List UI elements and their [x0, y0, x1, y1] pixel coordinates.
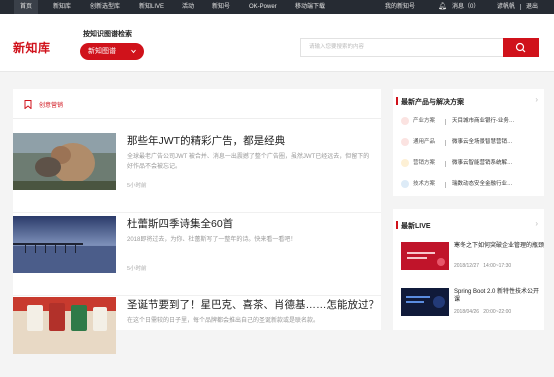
article-thumbnail[interactable] [13, 216, 116, 273]
nav-account-hub[interactable]: 新知号 [212, 0, 230, 14]
products-panel-title: 最新产品与解决方案 [396, 97, 464, 106]
live-date: 2018/04/26 [454, 309, 480, 315]
product-item[interactable]: 技术方案 瑞数动态安全金融行业… [401, 176, 539, 193]
live-item[interactable]: 寒冬之下如何突破企业管理的瓶颈 2018/12/27 14:00~17:30 [401, 242, 544, 278]
messages-link[interactable]: 消息（0） [452, 0, 479, 14]
live-title[interactable]: 寒冬之下如何突破企业管理的瓶颈 [454, 242, 544, 250]
divider [445, 182, 446, 188]
article-timestamp: 5小时前 [127, 266, 147, 272]
product-category: 技术方案 [413, 181, 436, 187]
product-name[interactable]: 瑞数动态安全金融行业… [452, 176, 542, 193]
article-item[interactable]: 杜蕾斯四季诗集全60首 2018即将过去，为你、杜蕾斯写了一整年的诗。快来看一看… [13, 216, 381, 296]
article-thumbnail[interactable] [13, 133, 116, 190]
nav-events[interactable]: 活动 [182, 0, 194, 14]
search-input[interactable]: 请输入您要搜索的内容 [300, 38, 503, 57]
chevron-down-icon [130, 43, 137, 67]
general-product-icon [401, 138, 409, 146]
marketing-solution-icon [401, 159, 409, 167]
product-category: 营销方案 [413, 160, 436, 166]
nav-home[interactable]: 首页 [14, 0, 39, 14]
site-logo[interactable]: 新知库 [13, 39, 51, 56]
live-thumbnail[interactable] [401, 288, 449, 316]
live-title[interactable]: Spring Boot 2.0 新特性技术公开课 [454, 288, 544, 304]
article-timestamp: 5小时前 [127, 183, 147, 189]
username-link[interactable]: 谚帆帆 [497, 0, 515, 14]
bell-icon[interactable]: 🔔︎ [438, 0, 447, 14]
industry-solution-icon [401, 117, 409, 125]
nav-ok-power[interactable]: OK-Power [249, 0, 277, 14]
divider [445, 140, 446, 146]
article-item[interactable]: 那些年JWT的精彩广告，都是经典 全球最老广告公司JWT 被合并、消息一出震撼了… [13, 133, 381, 213]
live-thumbnail[interactable] [401, 242, 449, 270]
knowledge-graph-button[interactable]: 新知图谱 [80, 43, 144, 60]
live-time: 20:00~22:00 [483, 309, 512, 315]
chevron-right-icon[interactable]: › [535, 219, 538, 228]
products-panel: 最新产品与解决方案 › 产业方案 天目城市商业银行-业务… 通用产品 微事云全场… [393, 89, 544, 196]
live-time: 14:00~17:30 [483, 263, 512, 269]
live-panel-title: 最新LIVE [396, 221, 431, 230]
site-header: 新知库 按知识图谱检索 新知图谱 请输入您要搜索的内容 [0, 14, 554, 72]
search-button[interactable] [503, 38, 539, 57]
live-datetime: 2018/12/27 14:00~17:30 [454, 263, 511, 269]
bookmark-icon [24, 100, 32, 109]
live-datetime: 2018/04/26 20:00~22:00 [454, 309, 511, 315]
article-title[interactable]: 那些年JWT的精彩广告，都是经典 [127, 133, 285, 148]
product-item[interactable]: 产业方案 天目城市商业银行-业务… [401, 113, 539, 130]
product-item[interactable]: 营销方案 微事云智能营销系统解… [401, 155, 539, 172]
article-summary: 2018即将过去，为你、杜蕾斯写了一整年的诗。快来看一看吧！ [127, 237, 297, 243]
product-category: 通用产品 [413, 139, 436, 145]
live-item[interactable]: Spring Boot 2.0 新特性技术公开课 2018/04/26 20:0… [401, 288, 541, 324]
article-title[interactable]: 圣诞节要到了！星巴克、喜茶、肖德基……怎能放过？ [127, 297, 379, 312]
article-thumbnail[interactable] [13, 297, 116, 354]
live-date: 2018/12/27 [454, 263, 480, 269]
knowledge-graph-button-label: 新知图谱 [88, 48, 116, 55]
search-icon [515, 42, 526, 53]
product-name[interactable]: 微事云全场景智慧营销… [452, 134, 542, 151]
product-name[interactable]: 天目城市商业银行-业务… [452, 113, 542, 130]
logout-link[interactable]: 退出 [526, 0, 538, 14]
product-category: 产业方案 [413, 118, 436, 124]
my-account-link[interactable]: 我的新知号 [385, 0, 415, 14]
section-label: 创意营销 [39, 103, 64, 109]
product-item[interactable]: 通用产品 微事云全场景智慧营销… [401, 134, 539, 151]
article-title[interactable]: 杜蕾斯四季诗集全60首 [127, 216, 233, 231]
tech-solution-icon [401, 180, 409, 188]
nav-innovation-library[interactable]: 创新选型库 [90, 0, 120, 14]
top-nav-bar: 首页 新知库 创新选型库 新知LIVE 活动 新知号 OK-Power 移动端下… [0, 0, 554, 14]
article-item[interactable]: 圣诞节要到了！星巴克、喜茶、肖德基……怎能放过？ 在这个日需较的日子里，每个品牌… [13, 297, 381, 377]
nav-knowledge-base[interactable]: 新知库 [53, 0, 71, 14]
nav-live[interactable]: 新知LIVE [139, 0, 164, 14]
nav-mobile-download[interactable]: 移动端下载 [295, 0, 325, 14]
article-summary: 在这个日需较的日子里，每个品牌都会推出自己的圣诞新款或是联名款。 [127, 318, 320, 324]
divider [445, 119, 446, 125]
article-feed: 创意营销 那些年JWT的精彩广告，都是经典 全球最老广告公司JWT 被合并、消息… [13, 89, 381, 354]
chevron-right-icon[interactable]: › [535, 95, 538, 104]
product-name[interactable]: 微事云智能营销系统解… [452, 155, 542, 172]
article-summary: 全球最老广告公司JWT 被合并、消息一出震撼了整个广告圈，虽然JWT已经远去，但… [127, 154, 370, 170]
divider [445, 161, 446, 167]
section-header: 创意营销 [13, 89, 381, 119]
knowledge-graph-title: 按知识图谱检索 [83, 31, 132, 38]
live-panel: 最新LIVE › 寒冬之下如何突破企业管理的瓶颈 2018/12/27 14:0… [393, 209, 544, 330]
divider [520, 4, 521, 10]
